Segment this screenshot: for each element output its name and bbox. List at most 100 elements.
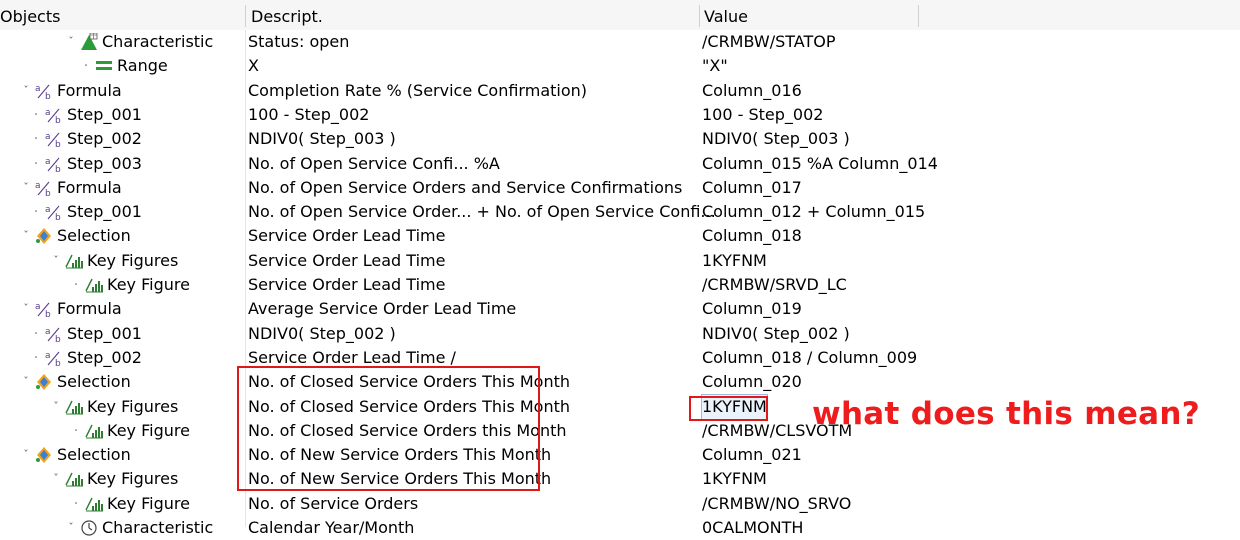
object-label: Key Figures (87, 469, 179, 489)
svg-text:b: b (55, 116, 61, 124)
object-label: Selection (57, 372, 131, 392)
chevron-down-icon[interactable]: ˇ (50, 395, 62, 419)
description-cell: NDIV0( Step_002 ) (248, 323, 396, 343)
tree-row[interactable]: · a b Step_001 No. of Open Service Order... … (0, 200, 1240, 224)
chevron-down-icon[interactable]: ˇ (50, 249, 62, 273)
tree-row[interactable]: · a b Step_002 NDIV0( Step_003 ) NDIV0( Step_… (0, 127, 1240, 151)
tree-node[interactable]: · a b Step_003 (30, 152, 142, 176)
description-cell: No. of Open Service Confi... %A (248, 153, 500, 173)
object-label: Step_002 (67, 129, 142, 149)
header-descript[interactable]: Descript. (251, 0, 323, 30)
chevron-down-icon[interactable]: ˇ (20, 370, 32, 394)
tree-row[interactable]: · Range X "X" (0, 54, 1240, 78)
header-value[interactable]: Value (704, 0, 748, 30)
tree-row[interactable]: ˇ Characteristic Status: open/CRMBW/STATOP (0, 30, 1240, 54)
key-figure-icon (65, 398, 83, 416)
object-label: Key Figure (107, 493, 190, 513)
selection-icon (35, 446, 53, 464)
object-label: Formula (57, 80, 122, 100)
svg-text:b: b (55, 335, 61, 343)
chevron-down-icon[interactable]: ˇ (20, 79, 32, 103)
chevron-down-icon[interactable]: ˇ (65, 516, 77, 540)
tree-node[interactable]: ˇ Key Figures (50, 395, 178, 419)
svg-text:a: a (45, 351, 51, 361)
svg-text:b: b (55, 213, 61, 221)
tree-row[interactable]: ˇ Selection No. of Closed Service Orders T… (0, 370, 1240, 394)
tree-row[interactable]: ˇ Characteristic Calendar Year/Month 0CALMO… (0, 516, 1240, 540)
object-label: Range (117, 56, 168, 76)
value-cell: /CRMBW/STATOP (702, 32, 836, 51)
svg-text:a: a (45, 327, 51, 337)
chevron-down-icon[interactable]: ˇ (20, 443, 32, 467)
tree-row[interactable]: ˇ a b Formula Average Service Order Lead Tim… (0, 297, 1240, 321)
tree-node[interactable]: · a b Step_001 (30, 200, 142, 224)
description-cell: Service Order Lead Time (248, 250, 446, 270)
tree-node[interactable]: · Key Figure (70, 492, 190, 516)
tree-node[interactable]: ˇ Characteristic (65, 30, 213, 54)
object-label: Key Figure (107, 420, 190, 440)
tree-node[interactable]: ˇ Key Figures (50, 249, 178, 273)
tree-node[interactable]: ˇ a b Formula (20, 297, 122, 321)
formula-icon: ab (35, 179, 53, 197)
tree-node[interactable]: · a b Step_002 (30, 127, 142, 151)
tree-node[interactable]: · Key Figure (70, 273, 190, 297)
svg-text:a: a (45, 157, 51, 167)
key-figure-icon (85, 495, 103, 513)
header-separator[interactable] (245, 5, 246, 27)
tree-node[interactable]: ˇ a b Formula (20, 79, 122, 103)
object-label: Formula (57, 299, 122, 319)
tree-node[interactable]: · a b Step_001 (30, 103, 142, 127)
formula-icon: ab (45, 203, 63, 221)
header-separator[interactable] (699, 5, 700, 27)
tree-row[interactable]: ˇ Key Figures No. of New Service Orders Th… (0, 467, 1240, 491)
tree-row[interactable]: · Key Figure Service Order Lead Time/CRMBW… (0, 273, 1240, 297)
tree-node[interactable]: ˇ Key Figures (50, 467, 178, 491)
tree-row[interactable]: ˇ Selection Service Order Lead Time Column_… (0, 224, 1240, 248)
tree-row[interactable]: · a b Step_003 No. of Open Service Confi... … (0, 152, 1240, 176)
chevron-down-icon[interactable]: ˇ (20, 224, 32, 248)
chevron-down-icon[interactable]: ˇ (65, 30, 77, 54)
tree-node[interactable]: ˇ Characteristic (65, 516, 213, 540)
tree-row[interactable]: ˇ a b Formula Completion Rate % (Service Con… (0, 79, 1240, 103)
description-cell: Service Order Lead Time (248, 226, 446, 246)
description-cell: Service Order Lead Time (248, 275, 446, 294)
tree-leaf-dot-icon: · (33, 155, 39, 172)
chevron-down-icon[interactable]: ˇ (20, 176, 32, 200)
tree-leaf-dot-icon: · (33, 204, 39, 221)
object-label: Key Figures (87, 396, 179, 416)
formula-icon: ab (45, 325, 63, 343)
tree-row[interactable]: · a b Step_002 Service Order Lead Time / Colu… (0, 346, 1240, 370)
svg-text:a: a (35, 302, 41, 312)
object-label: Step_001 (67, 323, 142, 343)
characteristic-clock-icon (80, 519, 98, 537)
tree-row[interactable]: · a b Step_001 NDIV0( Step_002 ) NDIV0( Step_… (0, 322, 1240, 346)
formula-icon: ab (35, 300, 53, 318)
header-separator[interactable] (918, 5, 919, 27)
tree-node[interactable]: · a b Step_001 (30, 322, 142, 346)
key-figure-icon (85, 422, 103, 440)
value-cell: Column_012 + Column_015 (702, 202, 926, 222)
tree-node[interactable]: · a b Step_002 (30, 346, 142, 370)
tree-row[interactable]: ˇ Key Figures Service Order Lead Time 1KYFN… (0, 249, 1240, 273)
tree-row[interactable]: ˇ a b Formula No. of Open Service Orders and… (0, 176, 1240, 200)
header-objects[interactable]: Objects (0, 0, 60, 30)
chevron-down-icon[interactable]: ˇ (20, 297, 32, 321)
tree-leaf-dot-icon: · (33, 349, 39, 366)
description-cell: No. of Open Service Order... + No. of Op… (248, 202, 716, 222)
tree-node[interactable]: ˇ a b Formula (20, 176, 121, 200)
object-label: Characteristic (102, 32, 214, 51)
tree-row[interactable]: ˇ Selection No. of New Service Orders This… (0, 443, 1240, 467)
tree-node[interactable]: ˇ Selection (20, 443, 130, 467)
chevron-down-icon[interactable]: ˇ (50, 467, 62, 491)
svg-text:b: b (45, 92, 51, 100)
tree-node[interactable]: ˇ Selection (20, 224, 131, 248)
tree-node[interactable]: ˇ Selection (20, 370, 131, 394)
description-cell: Completion Rate % (Service Confirmation) (248, 80, 588, 100)
tree-row[interactable]: · a b Step_001 100 - Step_002 100 - Step_002 (0, 103, 1240, 127)
tree-row[interactable]: · Key Figure No. of Service Orders/CRMBW/N… (0, 492, 1240, 516)
tree-node[interactable]: · Range (80, 54, 168, 78)
formula-icon: ab (45, 106, 63, 124)
highlight-box-description (237, 366, 540, 491)
object-label: Selection (57, 226, 131, 246)
tree-node[interactable]: · Key Figure (70, 419, 190, 443)
